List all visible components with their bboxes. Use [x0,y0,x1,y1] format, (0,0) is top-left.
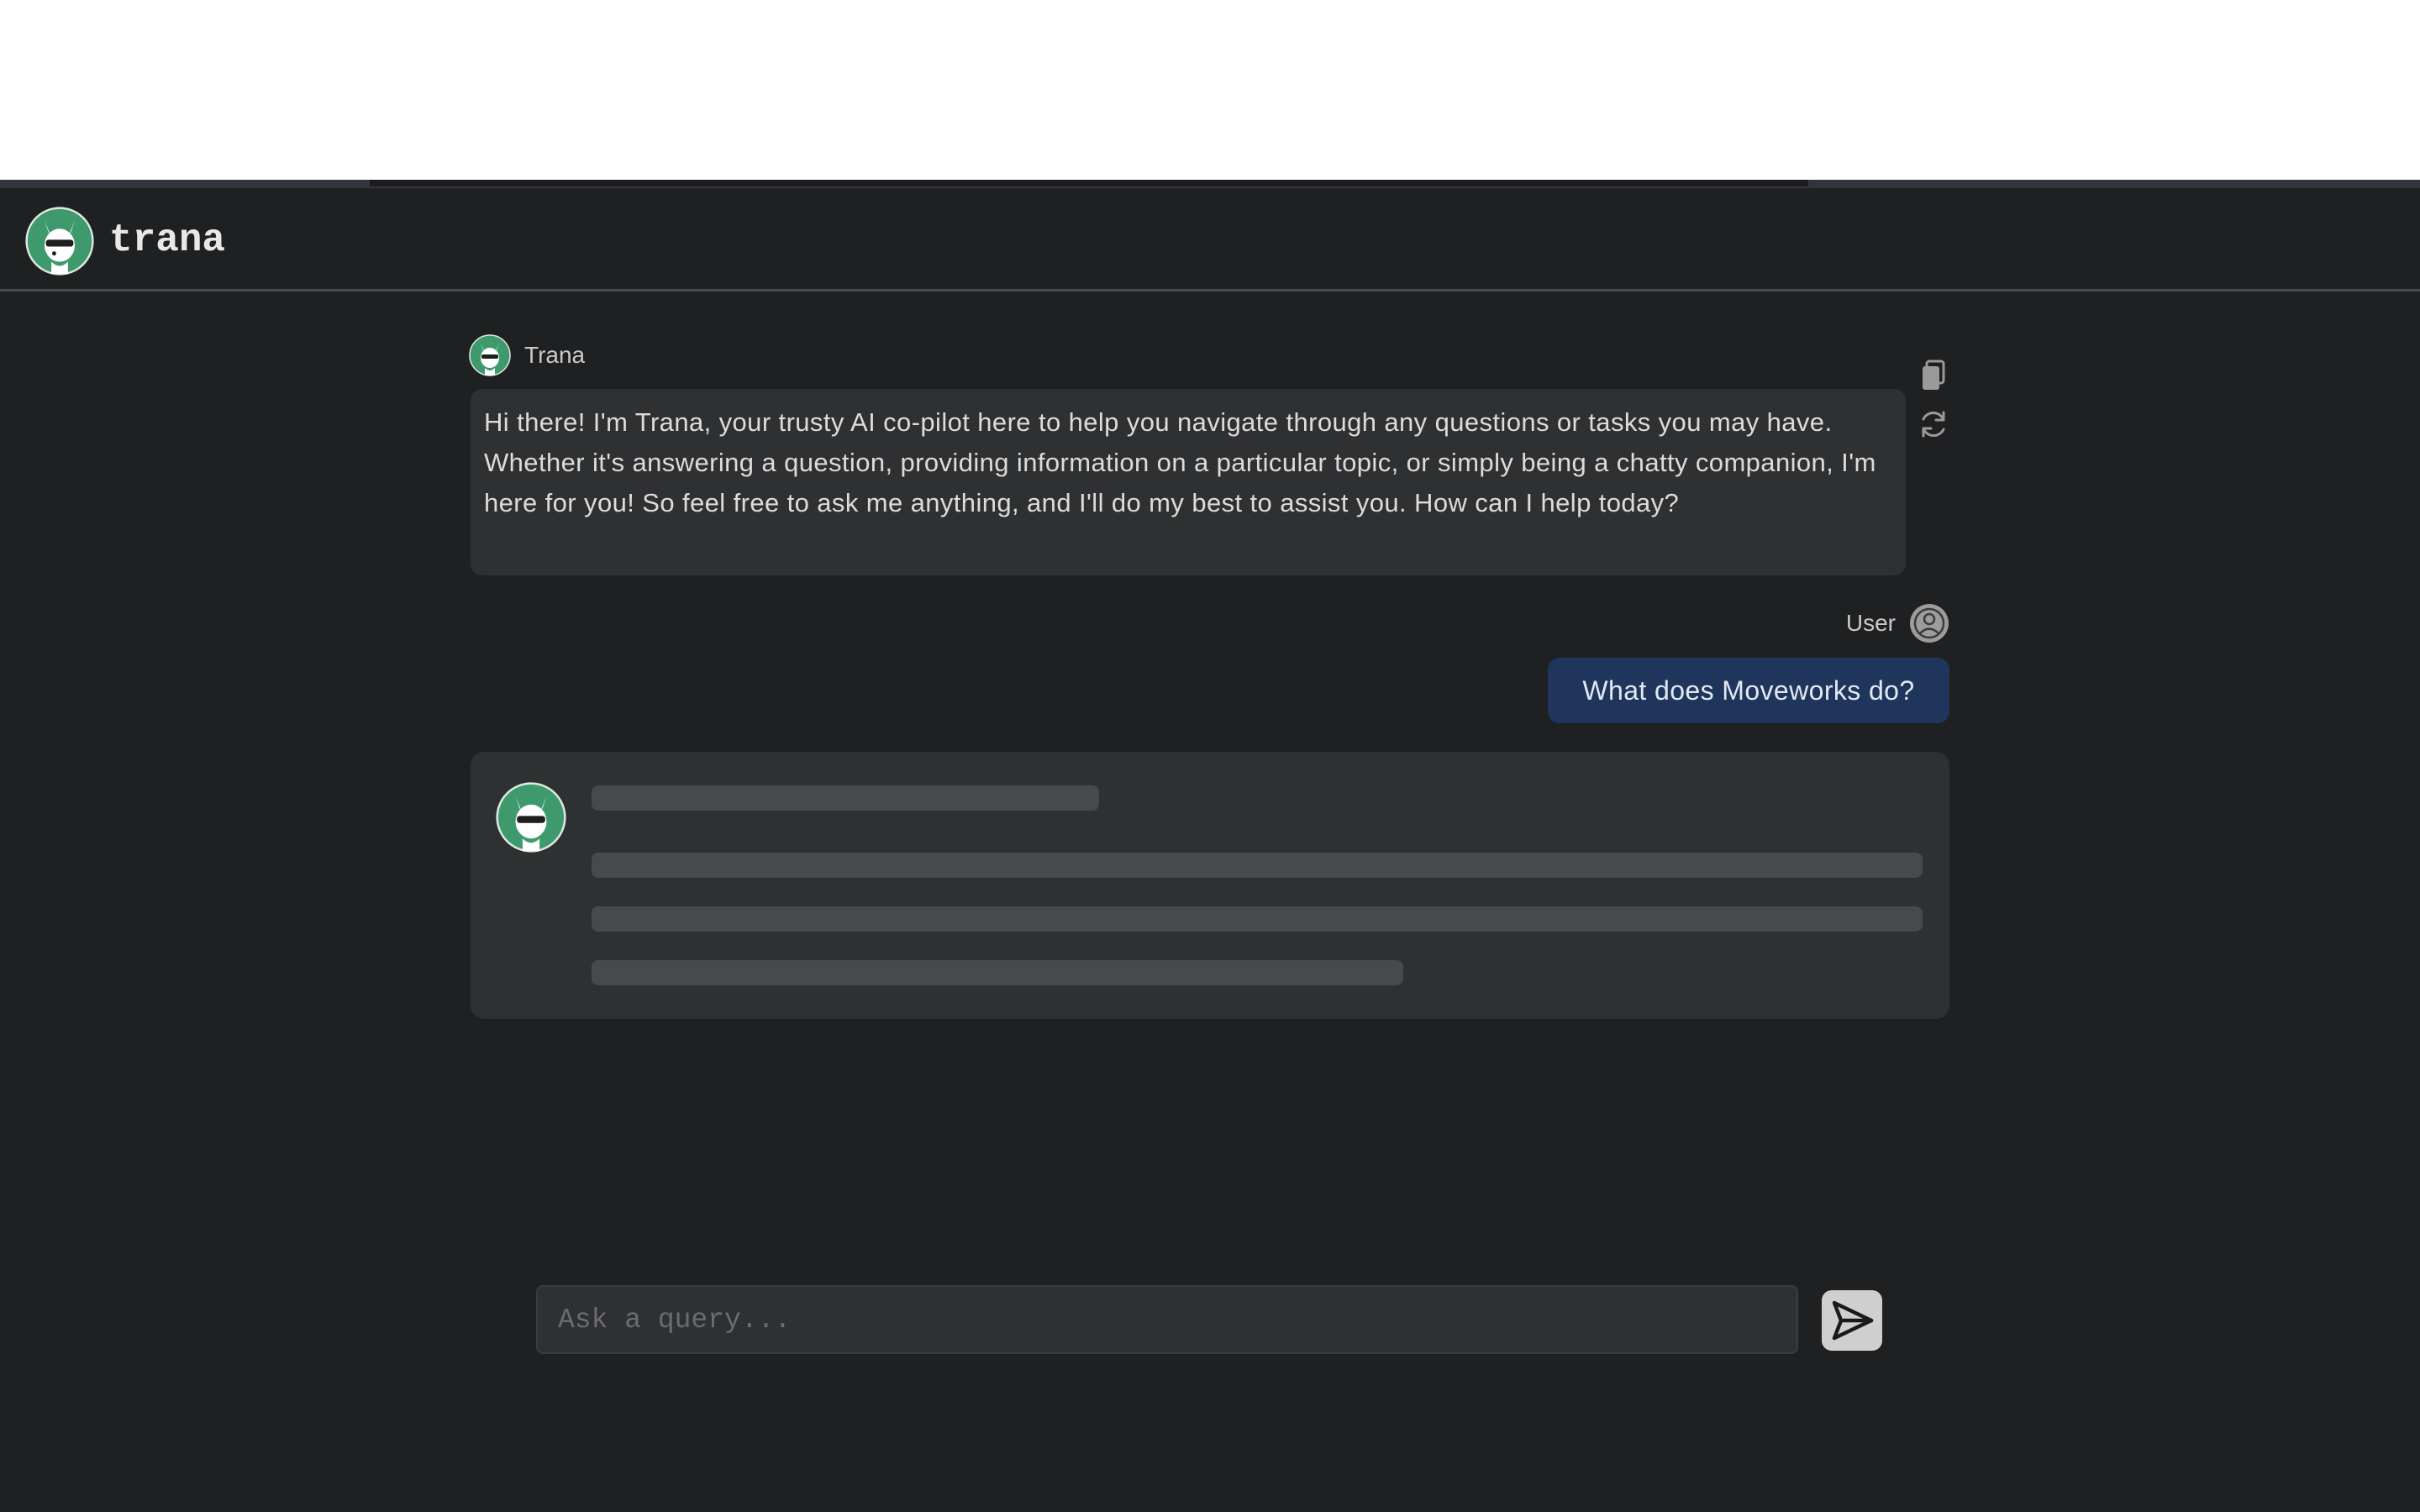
llama-avatar-icon [496,782,566,853]
skeleton-line [592,906,1923,932]
copy-icon [1923,360,1945,390]
bot-message-text: Hi there! I'm Trana, your trusty AI co-p… [471,389,1906,575]
llama-logo-icon[interactable] [25,207,94,276]
window-top-strip [0,180,2420,188]
refresh-icon [1922,411,1945,438]
send-button[interactable] [1822,1290,1882,1351]
user-sender-name: User [1845,610,1896,636]
query-input[interactable] [536,1285,1798,1354]
bot-sender-name: Trana [524,342,586,368]
user-message-text: What does Moveworks do? [1548,658,1949,723]
user-message-header: User [1798,602,1949,644]
app-header: trana [0,188,2420,291]
skeleton-line [592,853,1923,878]
bot-loading-message [471,752,1949,1019]
send-icon [1832,1300,1874,1341]
skeleton-line [592,960,1403,985]
blank-top-area [0,0,2420,180]
llama-avatar-icon [469,334,511,376]
bot-message-header: Trana [469,333,585,377]
window-top-strip-inner [370,180,1808,186]
copy-button[interactable] [1917,359,1950,392]
regenerate-button[interactable] [1917,407,1950,441]
skeleton-line [592,785,1099,811]
query-composer [536,1285,1798,1354]
brand-name: trana [109,218,226,262]
user-avatar-icon [1910,604,1949,643]
message-actions [1916,359,1951,441]
